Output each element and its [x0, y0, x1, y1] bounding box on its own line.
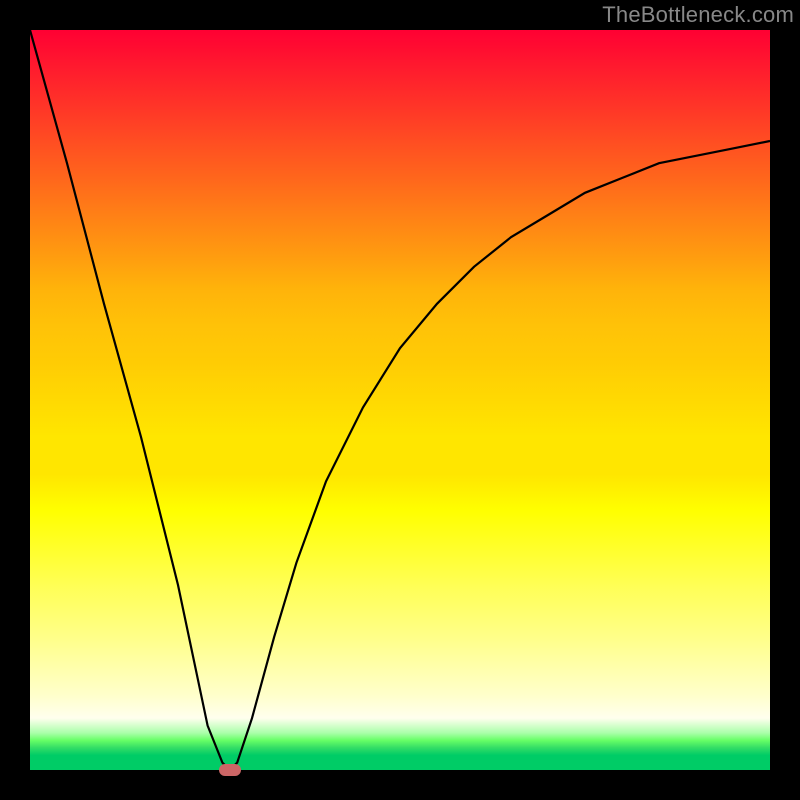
bottleneck-curve	[30, 30, 770, 770]
watermark-text: TheBottleneck.com	[602, 2, 794, 28]
optimal-point-marker	[219, 764, 241, 776]
chart-frame: TheBottleneck.com	[0, 0, 800, 800]
